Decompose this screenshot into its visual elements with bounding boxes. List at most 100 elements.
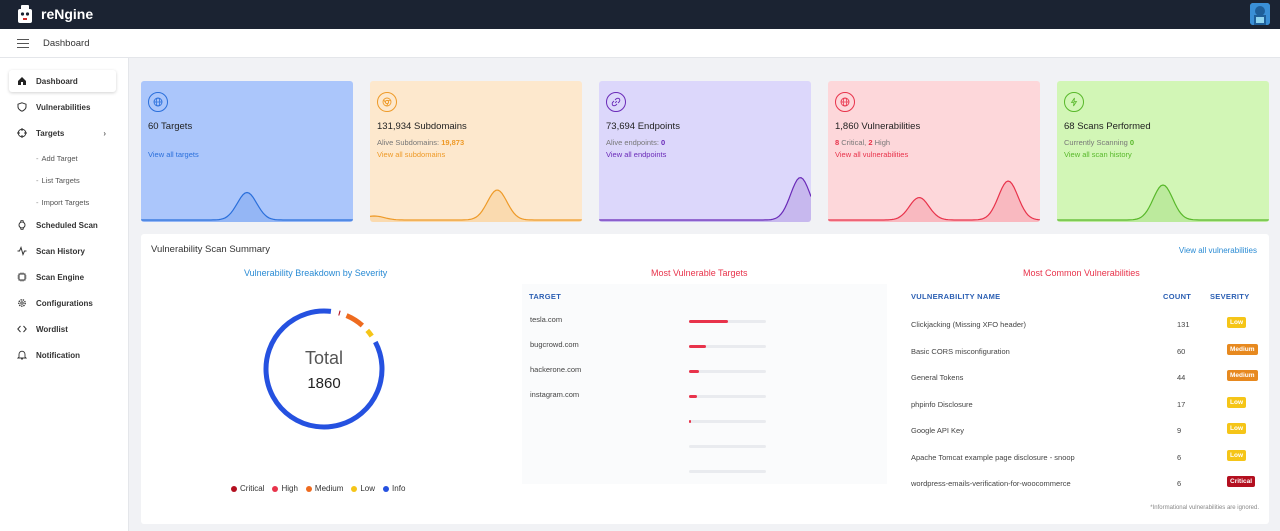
vulnerability-row[interactable]: Apache Tomcat example page disclosure - …: [911, 447, 1261, 473]
vulnerability-scan-summary: Vulnerability Scan Summary View all vuln…: [141, 234, 1269, 524]
severity-column-header: SEVERITY: [1210, 292, 1250, 301]
zap-icon: [1064, 92, 1084, 112]
legend-item-info[interactable]: Info: [383, 484, 405, 493]
vulnerability-name[interactable]: phpinfo Disclosure: [911, 400, 973, 409]
vulnerability-row[interactable]: Basic CORS misconfiguration 60 Medium: [911, 341, 1261, 367]
robot-logo-icon[interactable]: [15, 3, 35, 25]
vulnerability-count: 44: [1177, 373, 1186, 382]
vulnerability-row[interactable]: wordpress-emails-verification-for-woocom…: [911, 473, 1261, 499]
legend-label: Low: [360, 484, 376, 493]
sidebar-subitem-add-target[interactable]: Add Target: [36, 154, 78, 163]
card-link[interactable]: View all subdomains: [377, 150, 445, 159]
shield-icon: [17, 102, 27, 112]
legend-item-critical[interactable]: Critical: [231, 484, 264, 493]
count-column-header: COUNT: [1163, 292, 1192, 301]
target-bar-fill: [689, 370, 699, 373]
vulnerability-row[interactable]: Clickjacking (Missing XFO header) 131 Low: [911, 314, 1261, 340]
sidebar-item-label: Scan Engine: [36, 272, 85, 282]
target-name[interactable]: instagram.com: [530, 390, 579, 399]
breakdown-title: Vulnerability Breakdown by Severity: [244, 268, 388, 278]
legend-item-high[interactable]: High: [272, 484, 298, 493]
donut-slice-low[interactable]: [365, 328, 374, 338]
sidebar-item-scan-engine[interactable]: Scan Engine: [9, 266, 116, 288]
vulnerability-name[interactable]: Clickjacking (Missing XFO header): [911, 320, 1026, 329]
severity-legend: Critical High Medium Low Info: [231, 484, 405, 493]
sidebar-item-label: Scheduled Scan: [36, 220, 98, 230]
sidebar-item-label: Wordlist: [36, 324, 68, 334]
sidebar-item-dashboard[interactable]: Dashboard: [9, 70, 116, 92]
legend-dot: [272, 485, 279, 492]
view-all-vulnerabilities-link[interactable]: View all vulnerabilities: [1179, 246, 1257, 255]
legend-dot: [351, 485, 358, 492]
vulnerability-count: 131: [1177, 320, 1190, 329]
card-subtext-value: 0: [661, 138, 666, 147]
sparkline-chart: [141, 191, 353, 222]
card-link[interactable]: View all vulnerabilities: [835, 150, 908, 159]
card-link[interactable]: View all targets: [148, 150, 199, 159]
sparkline-chart: [1057, 184, 1269, 222]
card-link[interactable]: View all scan history: [1064, 150, 1132, 159]
legend-dot: [305, 485, 312, 492]
sparkline-line: [370, 189, 582, 221]
sidebar-item-scheduled-scan[interactable]: Scheduled Scan: [9, 214, 116, 236]
sidebar-item-notification[interactable]: Notification: [9, 344, 116, 366]
vuln-name-column-header: VULNERABILITY NAME: [911, 292, 1001, 301]
vulnerability-count: 6: [1177, 452, 1182, 462]
vulnerability-name[interactable]: General Tokens: [911, 373, 963, 382]
vulnerability-count: 9: [1177, 426, 1182, 435]
legend-item-low[interactable]: Low: [351, 484, 375, 493]
vulnerability-row[interactable]: General Tokens 44 Medium: [911, 367, 1261, 393]
app-name[interactable]: reNgine: [41, 6, 93, 22]
target-name[interactable]: tesla.com: [530, 315, 562, 324]
vulnerability-name[interactable]: Apache Tomcat example page disclosure - …: [911, 453, 1075, 462]
sidebar-subitem-list-targets[interactable]: List Targets: [36, 176, 80, 185]
globe-icon: [835, 92, 855, 112]
sidebar-item-label: Scan History: [36, 246, 85, 256]
severity-badge: Critical: [1227, 476, 1256, 487]
legend-label: Critical: [240, 484, 265, 493]
sparkline-chart: [370, 189, 582, 222]
vulnerability-count: 60: [1177, 346, 1186, 356]
target-bar-track: [689, 320, 766, 323]
user-avatar[interactable]: [1250, 3, 1270, 25]
legend-item-medium[interactable]: Medium: [305, 484, 343, 493]
sidebar-item-wordlist[interactable]: Wordlist: [9, 318, 116, 340]
card-subtext-label: Critical,: [841, 138, 869, 147]
card-scans: 68 Scans Performed Currently Scanning 0 …: [1057, 81, 1269, 222]
sidebar-subitem-import-targets[interactable]: Import Targets: [36, 198, 90, 207]
vulnerability-row[interactable]: phpinfo Disclosure 17 Low: [911, 394, 1261, 420]
sidebar-item-configurations[interactable]: Configurations: [9, 292, 116, 314]
card-targets: 60 Targets View all targets: [141, 81, 353, 222]
vulnerability-name[interactable]: wordpress-emails-verification-for-woocom…: [911, 479, 1071, 488]
legend-dot: [231, 485, 237, 492]
sidebar-item-vulnerabilities[interactable]: Vulnerabilities: [9, 96, 116, 118]
sidebar: Dashboard Vulnerabilities Targets › Add …: [0, 58, 129, 531]
card-title: 68 Scans Performed: [1064, 121, 1151, 132]
card-subtext: 8 Critical, 2 High: [835, 138, 890, 147]
donut-total-value: 1860: [307, 375, 340, 392]
sidebar-item-label: Notification: [36, 350, 80, 360]
card-vulnerabilities: 1,860 Vulnerabilities 8 Critical, 2 High…: [828, 81, 1040, 222]
chevron-right-icon: ›: [103, 128, 106, 138]
donut-slice-info[interactable]: [263, 308, 385, 430]
bell-icon: [17, 350, 27, 360]
target-bar-track: [689, 420, 766, 423]
sidebar-item-scan-history[interactable]: Scan History: [9, 240, 116, 262]
page-header: Dashboard: [0, 29, 1280, 58]
target-name[interactable]: hackerone.com: [530, 365, 581, 374]
vulnerability-name[interactable]: Google API Key: [911, 426, 964, 435]
sparkline-area: [828, 181, 1040, 222]
card-link[interactable]: View all endpoints: [606, 150, 666, 159]
sparkline-area: [1057, 185, 1269, 222]
donut-slice-medium[interactable]: [345, 313, 364, 328]
sidebar-item-targets[interactable]: Targets ›: [9, 122, 116, 144]
vulnerability-row[interactable]: Google API Key 9 Low: [911, 420, 1261, 446]
hamburger-menu-icon[interactable]: [17, 39, 29, 48]
targets-title: Most Vulnerable Targets: [651, 268, 748, 278]
target-bar-track: [689, 370, 766, 373]
target-bar-track: [689, 445, 766, 448]
target-name[interactable]: bugcrowd.com: [530, 340, 579, 349]
card-subdomains: 131,934 Subdomains Alive Subdomains: 19,…: [370, 81, 582, 222]
vulnerability-name[interactable]: Basic CORS misconfiguration: [911, 347, 1010, 356]
sparkline-chart: [599, 176, 811, 222]
